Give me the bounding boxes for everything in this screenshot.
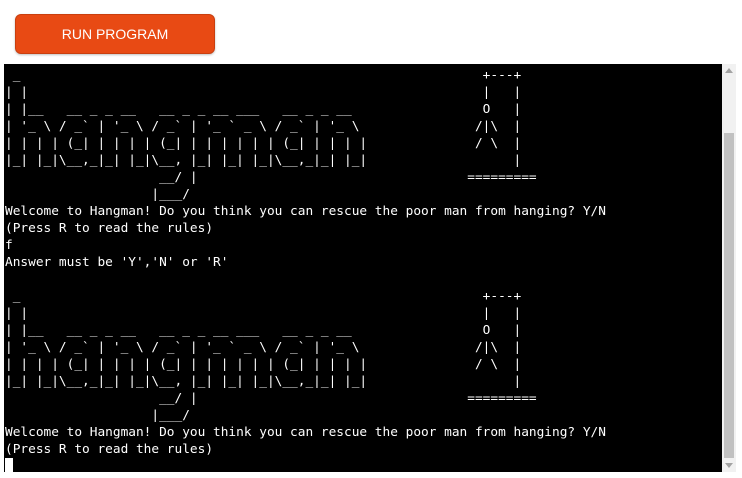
terminal-cursor [5,458,13,472]
scroll-down-arrow-icon[interactable] [725,463,733,468]
terminal-output: _ +---+ | | | | | |__ __ _ _ __ __ _ _ _… [5,67,606,472]
terminal-scrollbar[interactable] [722,64,736,472]
terminal-console[interactable]: _ +---+ | | | | | |__ __ _ _ __ __ _ _ _… [4,64,722,472]
terminal-lines: _ +---+ | | | | | |__ __ _ _ __ __ _ _ _… [5,68,606,457]
scroll-up-arrow-icon[interactable] [725,68,733,73]
run-program-button[interactable]: RUN PROGRAM [15,14,215,54]
scroll-thumb[interactable] [724,133,734,458]
